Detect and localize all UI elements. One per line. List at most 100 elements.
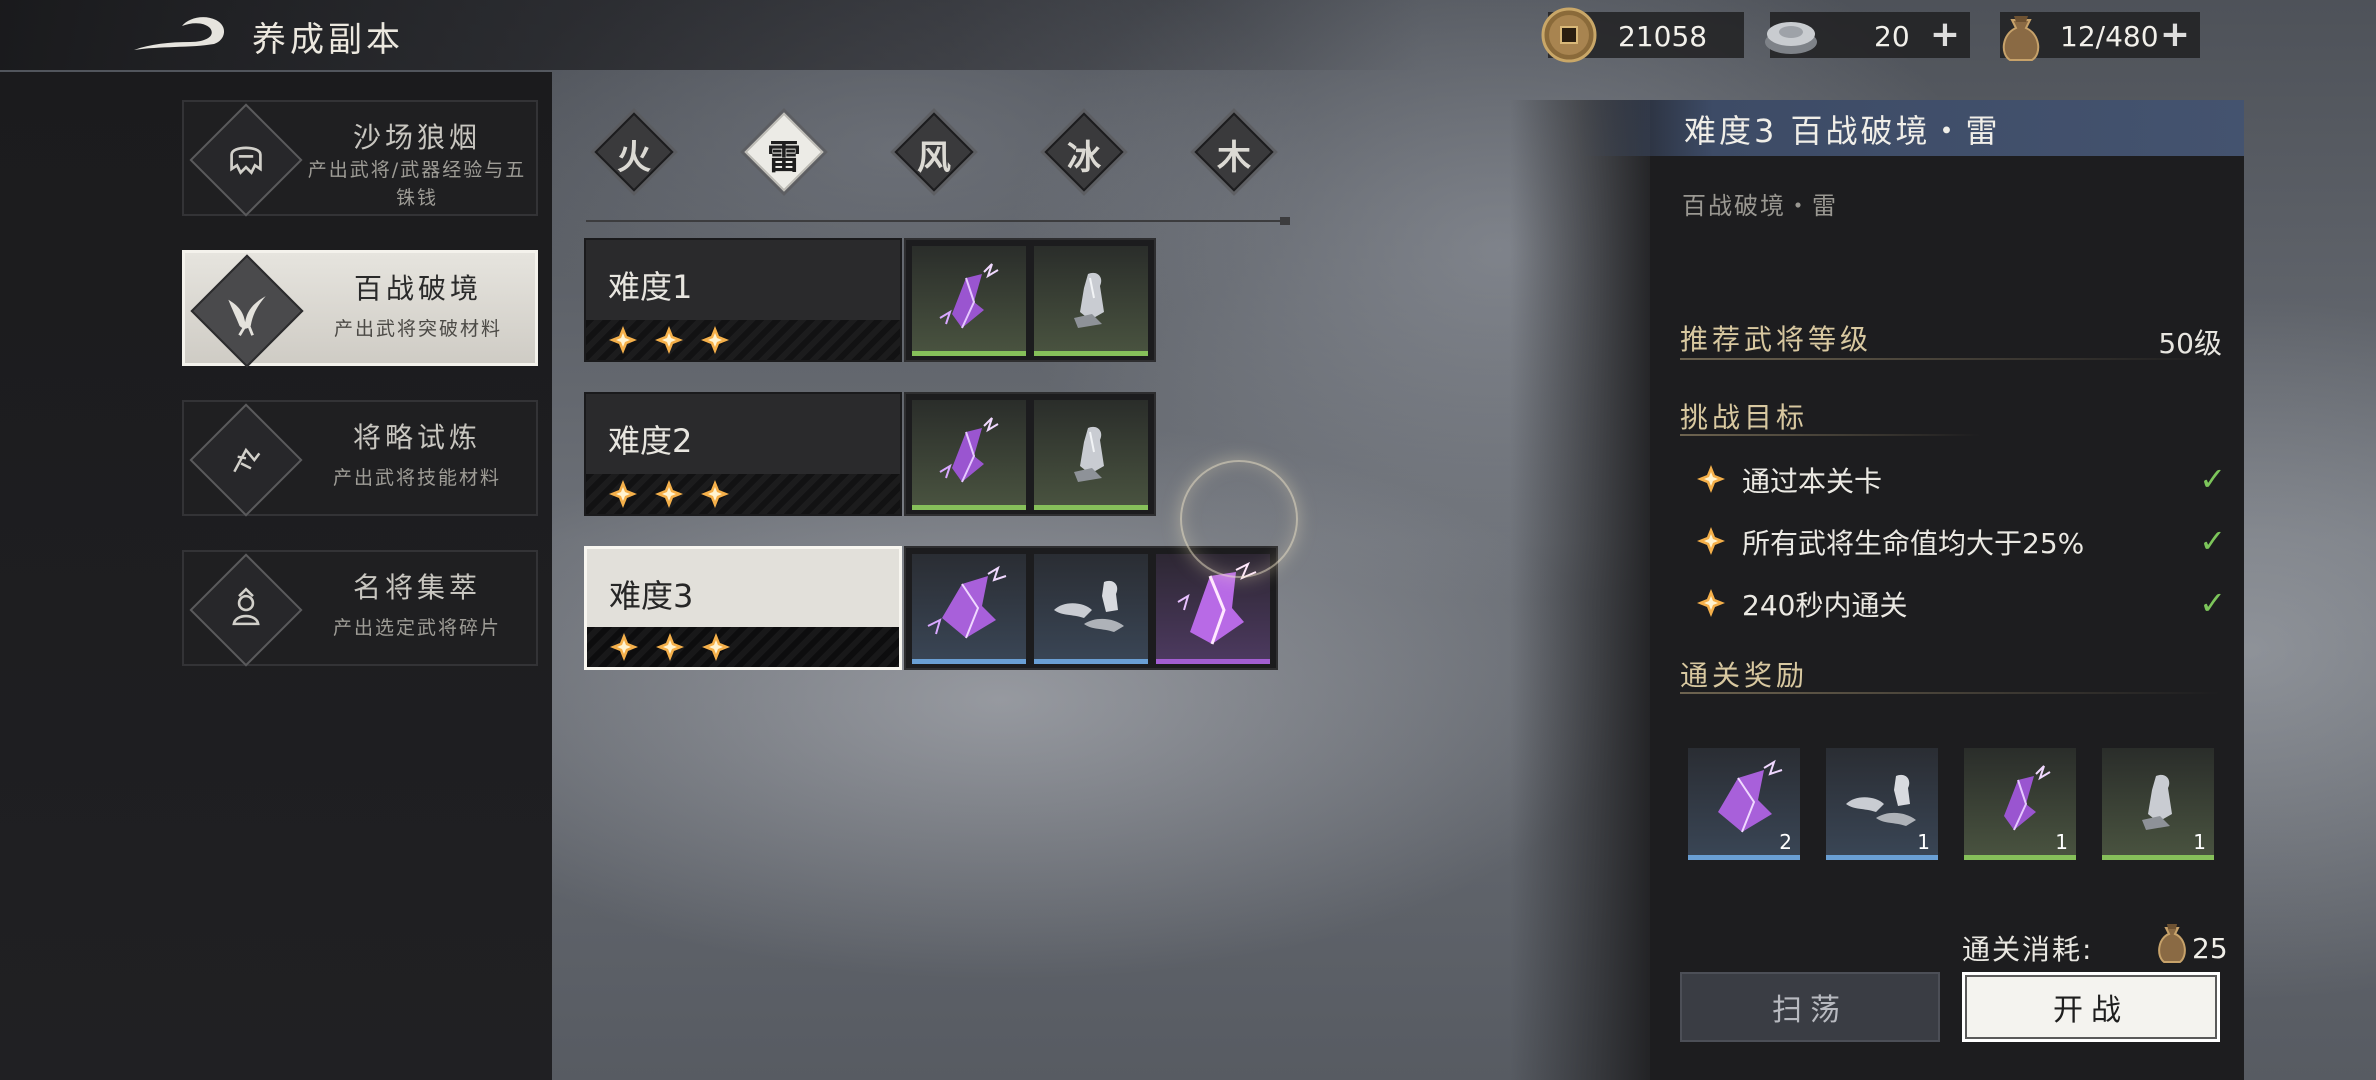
copper-coin-icon	[1541, 7, 1597, 63]
star-icon	[701, 326, 729, 354]
recommend-level-value: 50级	[2158, 327, 2222, 360]
clear-rewards-list: 2 1 1 1	[1688, 748, 2214, 860]
stamina-value: 12/480	[2060, 20, 2159, 53]
tab-wind[interactable]: 风	[894, 112, 974, 192]
difficulty-2-row[interactable]: 难度2	[584, 392, 902, 516]
silver-ore-icon[interactable]: 1	[2102, 748, 2214, 860]
cost-label: 通关消耗:	[1962, 933, 2094, 966]
objectives-label: 挑战目标	[1680, 401, 1809, 434]
sidebar-item-title: 名将集萃	[352, 571, 481, 604]
sidebar-item-subtitle: 产出武将突破材料	[333, 318, 502, 340]
thunder-crystal-icon[interactable]: 1	[1964, 748, 2076, 860]
divider	[1680, 358, 2220, 360]
objective-text: 通过本关卡	[1742, 465, 1883, 498]
check-icon: ✓	[2199, 460, 2226, 498]
sidebar-item-famous-generals[interactable]: 名将集萃 产出选定武将碎片	[182, 550, 538, 667]
sidebar-item-breakthrough[interactable]: 百战破境 产出武将突破材料	[182, 250, 538, 368]
selection-glow-effect	[1180, 460, 1298, 578]
star-rating	[608, 479, 730, 509]
star-icon	[1697, 527, 1725, 555]
star-icon	[609, 326, 637, 354]
phoenix-icon	[213, 277, 281, 345]
sidebar-item-strategy-trial[interactable]: 将略试炼 产出武将技能材料	[182, 400, 538, 517]
silver-counter: 20 +	[1765, 12, 1970, 58]
objective-item: 240秒内通关 ✓	[1696, 584, 2226, 624]
check-icon: ✓	[2199, 584, 2226, 622]
tab-thunder[interactable]: 雷	[744, 112, 824, 192]
cost-value: 25	[2192, 932, 2228, 965]
silver-ore-icon[interactable]	[1034, 246, 1148, 356]
star-icon	[655, 326, 683, 354]
difficulty-1-row[interactable]: 难度1	[584, 238, 902, 362]
star-icon	[655, 480, 683, 508]
difficulty-label: 难度3	[609, 577, 694, 615]
star-icon	[1697, 465, 1725, 493]
coin-counter: 21058	[1541, 7, 1744, 63]
rewards-label: 通关奖励	[1680, 659, 1809, 692]
star-rating	[608, 325, 730, 355]
tab-label: 火	[617, 138, 651, 178]
objective-text: 240秒内通关	[1742, 589, 1908, 622]
divider	[1680, 692, 2220, 694]
sidebar-item-subtitle: 产出武将技能材料	[332, 467, 501, 489]
sidebar-item-subtitle: 产出选定武将碎片	[332, 617, 501, 639]
reward-count: 1	[1917, 830, 1930, 854]
divider	[1680, 434, 1980, 436]
check-icon: ✓	[2199, 522, 2226, 560]
coin-value: 21058	[1618, 20, 1708, 53]
silver-fragments-icon[interactable]	[1034, 554, 1148, 664]
add-silver-button[interactable]: +	[1930, 14, 1960, 55]
star-icon	[702, 633, 730, 661]
tab-label: 雷	[767, 138, 801, 178]
sidebar-item-title: 沙场狼烟	[352, 121, 481, 154]
sidebar-item-battlefield[interactable]: 沙场狼烟 产出武将/武器经验与五铢钱	[182, 100, 538, 217]
recommend-level-label: 推荐武将等级	[1680, 323, 1873, 356]
tab-label: 冰	[1067, 138, 1101, 178]
sidebar-item-title: 百战破境	[353, 272, 482, 305]
helmet-icon	[212, 126, 280, 194]
thunder-crystal-icon[interactable]	[912, 400, 1026, 510]
difficulty-label: 难度1	[608, 268, 693, 306]
thunder-crystal-icon[interactable]	[912, 246, 1026, 356]
reward-count: 2	[1779, 830, 1792, 854]
sidebar-item-subtitle: 产出武将/武器经验与五铢钱	[307, 159, 527, 209]
star-icon	[609, 480, 637, 508]
sweep-button[interactable]: 扫荡	[1680, 972, 1940, 1042]
difficulty-1-rewards	[904, 238, 1156, 362]
back-arrow-icon	[134, 17, 225, 50]
pouch-icon	[2158, 924, 2186, 963]
divider	[586, 217, 1290, 225]
add-stamina-button[interactable]: +	[2160, 14, 2190, 55]
silver-fragments-icon[interactable]: 1	[1826, 748, 1938, 860]
difficulty-3-row[interactable]: 难度3	[584, 546, 902, 670]
tab-fire[interactable]: 火	[594, 112, 674, 192]
star-rating	[609, 632, 731, 662]
reward-count: 1	[2055, 830, 2068, 854]
thunder-crystal-large-icon[interactable]: 2	[1688, 748, 1800, 860]
silver-value: 20	[1874, 20, 1910, 53]
reward-count: 1	[2193, 830, 2206, 854]
star-icon	[610, 633, 638, 661]
detail-title: 难度3 百战破境・雷	[1684, 112, 2001, 150]
detail-subtitle: 百战破境・雷	[1682, 192, 1838, 220]
difficulty-2-rewards	[904, 392, 1156, 516]
back-button[interactable]	[130, 10, 230, 58]
objective-text: 所有武将生命值均大于25%	[1742, 527, 2085, 560]
general-icon	[212, 576, 280, 644]
star-icon	[701, 480, 729, 508]
page-title: 养成副本	[252, 20, 404, 60]
pouch-icon	[2002, 16, 2040, 61]
star-icon	[656, 633, 684, 661]
start-battle-button[interactable]: 开战	[1962, 972, 2220, 1042]
tab-wood[interactable]: 木	[1194, 112, 1274, 192]
silver-ore-icon[interactable]	[1034, 400, 1148, 510]
objective-item: 通过本关卡 ✓	[1696, 460, 2226, 500]
tab-label: 风	[917, 138, 951, 178]
tab-label: 木	[1217, 138, 1251, 178]
detail-header: 难度3 百战破境・雷	[1580, 100, 2244, 156]
stamina-counter: 12/480 +	[2000, 12, 2200, 61]
thunder-crystal-large-icon[interactable]	[912, 554, 1026, 664]
difficulty-label: 难度2	[608, 422, 693, 460]
tab-ice[interactable]: 冰	[1044, 112, 1124, 192]
top-bar: 养成副本 21058 20 + 12/480 +	[0, 0, 2376, 70]
